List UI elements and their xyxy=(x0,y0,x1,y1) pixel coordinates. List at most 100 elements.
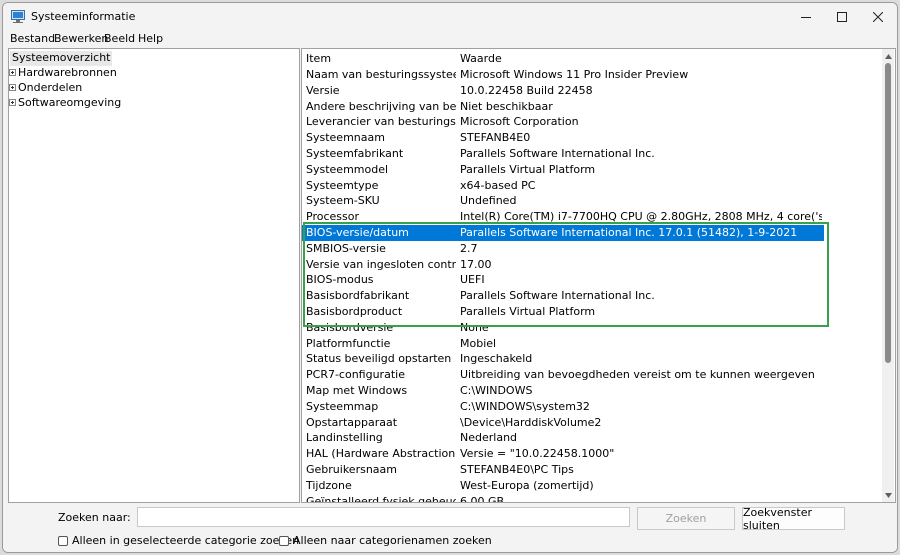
table-row[interactable]: Andere beschrijving van besturi... Niet b… xyxy=(302,99,824,115)
row-item-value: 2.7 xyxy=(460,241,478,255)
search-input[interactable] xyxy=(137,507,630,527)
maximize-icon xyxy=(837,12,847,22)
row-item-value: Intel(R) Core(TM) i7-7700HQ CPU @ 2.80GH… xyxy=(460,210,822,224)
row-item-name: Naam van besturingssysteem xyxy=(306,68,456,81)
row-item-name: Landinstelling xyxy=(306,431,383,445)
column-header-value[interactable]: Waarde xyxy=(460,52,822,65)
table-row[interactable]: Opstartapparaat \Device\HarddiskVolume2 xyxy=(302,415,824,431)
row-item-name: Tijdzone xyxy=(306,478,352,492)
row-item-value: Nederland xyxy=(460,431,518,445)
scroll-up-icon[interactable] xyxy=(884,52,892,60)
table-row[interactable]: HAL (Hardware Abstraction Lay... Versie =… xyxy=(302,446,824,462)
row-item-value: C:\WINDOWS\system32 xyxy=(460,399,590,413)
tree-item-label: Hardwarebronnen xyxy=(18,66,117,79)
expand-plus-icon[interactable] xyxy=(9,84,16,91)
category-tree[interactable]: Systeemoverzicht Hardwarebronnen Onderde… xyxy=(8,48,300,503)
table-row[interactable]: Map met Windows C:\WINDOWS xyxy=(302,383,824,399)
table-row[interactable]: Basisbordproduct Parallels Virtual Platfo… xyxy=(302,304,824,320)
row-item-value: None xyxy=(460,320,489,334)
expand-plus-icon[interactable] xyxy=(9,69,16,76)
menu-beeld[interactable]: Beeld xyxy=(104,32,135,45)
row-item-value: Parallels Software International Inc. xyxy=(460,147,655,160)
menu-bar: Bestand Bewerken Beeld Help xyxy=(3,31,897,47)
row-item-name: Platformfunctie xyxy=(306,336,391,350)
find-button[interactable]: Zoeken xyxy=(637,507,735,530)
menu-help[interactable]: Help xyxy=(138,32,163,45)
close-button[interactable] xyxy=(855,3,897,31)
column-header-item[interactable]: Item xyxy=(306,52,456,65)
row-item-value: 17.00 xyxy=(460,257,492,271)
table-row[interactable]: Versie 10.0.22458 Build 22458 xyxy=(302,83,824,99)
row-item-value: Microsoft Corporation xyxy=(460,115,579,129)
table-row[interactable]: Systeemfabrikant Parallels Software Inter… xyxy=(302,146,824,162)
row-item-value: Microsoft Windows 11 Pro Insider Preview xyxy=(460,68,689,81)
row-item-value: STEFANB4E0\PC Tips xyxy=(460,463,574,476)
title-bar[interactable]: Systeeminformatie xyxy=(3,3,897,31)
system-information-app-icon xyxy=(11,10,25,23)
list-header[interactable]: Item Waarde xyxy=(302,51,824,67)
table-row[interactable]: BIOS-modus UEFI xyxy=(302,272,824,288)
row-item-value: Uitbreiding van bevoegdheden vereist om … xyxy=(460,368,815,382)
system-information-window: Systeeminformatie Bestand Bewerken Beeld… xyxy=(2,2,898,553)
row-item-name: Systeemmodel xyxy=(306,162,389,176)
table-row[interactable]: Geïnstalleerd fysiek geheugen (... 6,00 G… xyxy=(302,494,824,503)
row-item-value: 6,00 GB xyxy=(460,494,505,503)
row-item-name: Status beveiligd opstarten xyxy=(306,352,452,366)
table-row[interactable]: Basisbordfabrikant Parallels Software Int… xyxy=(302,288,824,304)
tree-item-systeemoverzicht[interactable]: Systeemoverzicht xyxy=(10,51,113,66)
menu-bewerken[interactable]: Bewerken xyxy=(54,32,108,45)
row-item-name: Processor xyxy=(306,210,359,224)
row-item-name: Gebruikersnaam xyxy=(306,463,397,476)
row-item-name: Basisbordproduct xyxy=(306,305,403,318)
row-item-value: Mobiel xyxy=(460,336,497,350)
row-item-name: BIOS-versie/datum xyxy=(306,226,409,239)
row-item-name: Leverancier van besturingssyste... xyxy=(306,115,456,129)
table-row[interactable]: Basisbordversie None xyxy=(302,320,824,336)
table-row[interactable]: Landinstelling Nederland xyxy=(302,430,824,446)
table-row[interactable]: Processor Intel(R) Core(TM) i7-7700HQ CPU… xyxy=(302,209,824,225)
table-row[interactable]: Systeem-SKU Undefined xyxy=(302,193,824,209)
table-row[interactable]: Systeemmodel Parallels Virtual Platform xyxy=(302,162,824,178)
window-title: Systeeminformatie xyxy=(31,10,136,23)
expand-plus-icon[interactable] xyxy=(9,99,16,106)
checkbox-label: Alleen in geselecteerde categorie zoeken xyxy=(72,534,300,547)
checkbox-icon[interactable] xyxy=(279,535,289,546)
row-item-value: \Device\HarddiskVolume2 xyxy=(460,415,602,429)
table-row[interactable]: PCR7-configuratie Uitbreiding van bevoegd… xyxy=(302,367,824,383)
table-row[interactable]: SMBIOS-versie 2.7 xyxy=(302,241,824,257)
search-category-names-checkbox[interactable]: Alleen naar categorienamen zoeken xyxy=(279,534,492,547)
table-row[interactable]: Gebruikersnaam STEFANB4E0\PC Tips xyxy=(302,462,824,478)
table-row[interactable]: Systeemnaam STEFANB4E0 xyxy=(302,130,824,146)
close-search-button[interactable]: Zoekvenster sluiten xyxy=(742,506,845,532)
row-item-name: Basisbordfabrikant xyxy=(306,289,410,303)
row-item-value: Ingeschakeld xyxy=(460,352,533,366)
row-item-value: Parallels Virtual Platform xyxy=(460,305,596,318)
menu-bestand[interactable]: Bestand xyxy=(10,32,55,45)
table-row[interactable]: Versie van ingesloten controller 17.00 xyxy=(302,257,824,273)
row-item-name: Versie van ingesloten controller xyxy=(306,257,456,271)
table-row[interactable]: Status beveiligd opstarten Ingeschakeld xyxy=(302,351,824,367)
tree-item-label: Softwareomgeving xyxy=(18,96,122,109)
table-row[interactable]: Tijdzone West-Europa (zomertijd) xyxy=(302,478,824,494)
row-item-name: Geïnstalleerd fysiek geheugen (... xyxy=(306,494,456,503)
row-item-name: Systeemfabrikant xyxy=(306,147,404,160)
row-item-value: STEFANB4E0 xyxy=(460,131,531,145)
table-row[interactable]: BIOS-versie/datum Parallels Software Inte… xyxy=(302,225,824,241)
row-item-value: Parallels Software International Inc. 17… xyxy=(460,226,798,239)
row-item-value: Parallels Virtual Platform xyxy=(460,162,596,176)
search-selected-category-checkbox[interactable]: Alleen in geselecteerde categorie zoeken xyxy=(58,534,299,547)
scroll-down-icon[interactable] xyxy=(884,491,892,499)
row-item-value: UEFI xyxy=(460,273,485,287)
details-list[interactable]: Item Waarde Naam van besturingssysteem Mi… xyxy=(301,48,896,503)
table-row[interactable]: Systeemmap C:\WINDOWS\system32 xyxy=(302,399,824,415)
table-row[interactable]: Systeemtype x64-based PC xyxy=(302,178,824,194)
row-item-name: Systeemtype xyxy=(306,178,379,192)
table-row[interactable]: Naam van besturingssysteem Microsoft Wind… xyxy=(302,67,824,83)
row-item-name: Map met Windows xyxy=(306,384,408,397)
vertical-scrollbar[interactable] xyxy=(882,49,894,502)
table-row[interactable]: Platformfunctie Mobiel xyxy=(302,336,824,352)
checkbox-label: Alleen naar categorienamen zoeken xyxy=(293,534,492,547)
checkbox-icon[interactable] xyxy=(58,535,68,546)
table-row[interactable]: Leverancier van besturingssyste... Micros… xyxy=(302,114,824,130)
scrollbar-thumb[interactable] xyxy=(885,63,891,363)
